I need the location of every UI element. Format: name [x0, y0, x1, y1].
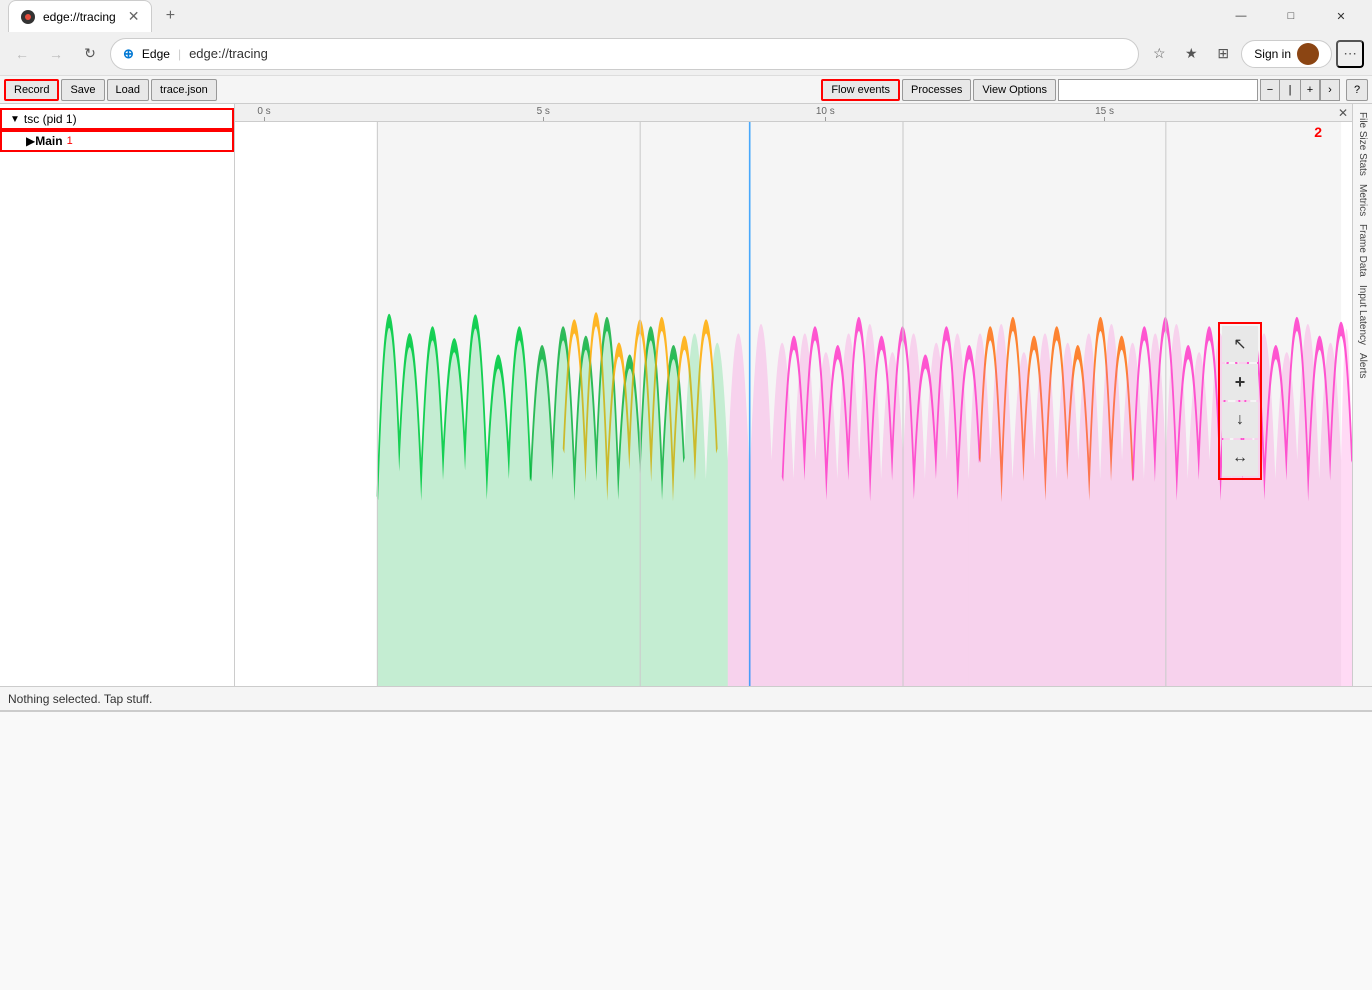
flow-events-button[interactable]: Flow events [821, 79, 900, 101]
search-input[interactable] [1058, 79, 1258, 101]
close-button[interactable]: ✕ [1318, 0, 1364, 32]
minimize-button[interactable]: — [1218, 0, 1264, 32]
thread-item[interactable]: ▶ Main 1 [0, 130, 234, 152]
ctrl-row-3: ↓ [1222, 402, 1258, 438]
title-bar: edge://tracing ✕ + — □ ✕ [0, 0, 1372, 32]
maximize-button[interactable]: □ [1268, 0, 1314, 32]
bottom-area [0, 710, 1372, 990]
forward-button[interactable]: → [42, 40, 70, 68]
annotation-1-label: 1 [67, 135, 73, 147]
processes-button[interactable]: Processes [902, 79, 971, 101]
ctrl-row-4: ↔ [1222, 440, 1258, 476]
trace-visualization [235, 122, 1352, 686]
tab-title: edge://tracing [43, 10, 116, 24]
status-message: Nothing selected. Tap stuff. [8, 692, 152, 706]
controls-grid: ↖ + ↓ ↔ [1222, 326, 1258, 476]
right-sidebar: File Size Stats Metrics Frame Data Input… [1352, 104, 1372, 686]
save-button[interactable]: Save [61, 79, 104, 101]
status-bar: Nothing selected. Tap stuff. [0, 686, 1372, 710]
title-bar-left: edge://tracing ✕ + [8, 0, 184, 32]
address-separator: | [178, 47, 181, 61]
process-tree: ▼ tsc (pid 1) ▶ Main 1 [0, 104, 234, 156]
collections-button[interactable]: ★ [1177, 40, 1205, 68]
zoom-minus-button[interactable]: − [1260, 79, 1280, 101]
annotation-2-label: 2 [1314, 124, 1322, 140]
address-text: edge://tracing [189, 46, 1126, 61]
zoom-plus-button[interactable]: + [1300, 79, 1320, 101]
time-tick-3: 15 s [1095, 106, 1114, 121]
trace-json-button[interactable]: trace.json [151, 79, 217, 101]
time-tick-2: 10 s [816, 106, 835, 121]
nav-bar: ← → ↻ ⊕ Edge | edge://tracing ☆ ★ ⊞ Sign… [0, 32, 1372, 76]
avatar [1297, 43, 1319, 65]
address-bar[interactable]: ⊕ Edge | edge://tracing [110, 38, 1139, 70]
record-button[interactable]: Record [4, 79, 59, 101]
reload-button[interactable]: ↻ [76, 40, 104, 68]
nav-actions: ☆ ★ ⊞ Sign in ⋯ [1145, 40, 1364, 68]
ctrl-row-1: ↖ [1222, 326, 1258, 362]
controls-outer-box: ↖ + ↓ ↔ [1218, 322, 1262, 480]
tab-close-button[interactable]: ✕ [128, 8, 140, 25]
time-tick-1: 5 s [537, 106, 550, 121]
zoom-separator: | [1280, 79, 1300, 101]
sign-in-label: Sign in [1254, 47, 1291, 61]
browser-menu-button[interactable]: ⋯ [1336, 40, 1364, 68]
view-options-button[interactable]: View Options [973, 79, 1056, 101]
left-panel: ▼ tsc (pid 1) ▶ Main 1 [0, 104, 235, 686]
browser-tab[interactable]: edge://tracing ✕ [8, 0, 152, 32]
tracing-toolbar: Record Save Load trace.json Flow events … [0, 76, 1372, 104]
tab-favicon [21, 10, 35, 24]
zoom-in-tool-button[interactable]: + [1222, 364, 1258, 400]
timeline-close-button[interactable]: ✕ [1338, 106, 1348, 120]
extensions-button[interactable]: ⊞ [1209, 40, 1237, 68]
toolbar-right: Flow events Processes View Options − | +… [821, 79, 1368, 101]
zoom-fit-tool-button[interactable]: ↔ [1222, 440, 1258, 476]
cursor-tool-button[interactable]: ↖ [1222, 326, 1258, 362]
favorites-button[interactable]: ☆ [1145, 40, 1173, 68]
help-button[interactable]: ? [1346, 79, 1368, 101]
thread-expand-icon: ▶ [26, 134, 35, 148]
trace-canvas[interactable]: 2 ↖ + ↓ ↔ [235, 122, 1352, 686]
process-item[interactable]: ▼ tsc (pid 1) [0, 108, 234, 130]
load-button[interactable]: Load [107, 79, 149, 101]
back-button[interactable]: ← [8, 40, 36, 68]
sidebar-frame-data[interactable]: Frame Data [1355, 220, 1370, 281]
expand-icon: ▼ [10, 114, 20, 125]
new-tab-button[interactable]: + [156, 2, 184, 30]
sidebar-alerts[interactable]: Alerts [1355, 349, 1370, 383]
time-tick-0: 0 s [257, 106, 270, 121]
tracing-main: ▼ tsc (pid 1) ▶ Main 1 ✕ 0 s 5 s [0, 104, 1372, 686]
timeline-container: ✕ 0 s 5 s 10 s 15 s [235, 104, 1352, 686]
thread-name: Main [35, 134, 62, 148]
process-label: tsc (pid 1) [24, 112, 77, 126]
sign-in-button[interactable]: Sign in [1241, 40, 1332, 68]
time-ruler: ✕ 0 s 5 s 10 s 15 s [235, 104, 1352, 122]
browser-window: edge://tracing ✕ + — □ ✕ ← → ↻ ⊕ Edge | … [0, 0, 1372, 990]
title-bar-right: — □ ✕ [1218, 0, 1364, 32]
zoom-controls: − | + › [1260, 79, 1340, 101]
edge-label: Edge [142, 47, 170, 61]
zoom-down-tool-button[interactable]: ↓ [1222, 402, 1258, 438]
sidebar-input-latency[interactable]: Input Latency [1355, 281, 1370, 349]
sidebar-file-size-stats[interactable]: File Size Stats [1355, 108, 1370, 180]
sidebar-metrics[interactable]: Metrics [1355, 180, 1370, 220]
zoom-arrow-button[interactable]: › [1320, 79, 1340, 101]
ctrl-row-2: + [1222, 364, 1258, 400]
edge-logo: ⊕ [123, 46, 134, 62]
